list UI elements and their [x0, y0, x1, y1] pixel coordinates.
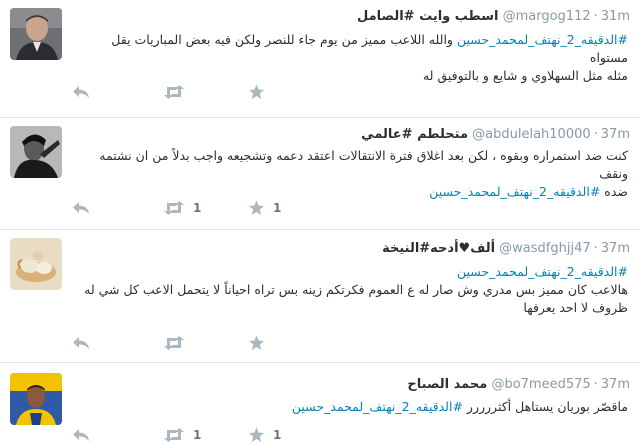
user-handle[interactable]: @bo7meed575: [491, 377, 590, 392]
tweet[interactable]: ألف♥أدحه#النيخة @wasdfghjj47 · 37m #الدقيق…: [0, 230, 640, 363]
avatar[interactable]: [10, 238, 62, 290]
tweet-actions: 1 1: [72, 425, 372, 445]
hashtag-link[interactable]: #الدقيقه_2_نهتف_لمحمد_حسين: [292, 399, 463, 414]
user-name[interactable]: متحلطم #عالمي: [361, 127, 468, 142]
tweet-text-segment: كنت ضد استمراره وبقوه ، لكن بعد اغلاق فت…: [99, 148, 628, 181]
separator-dot: ·: [593, 127, 598, 142]
tweet-text-line: كنت ضد استمراره وبقوه ، لكن بعد اغلاق فت…: [74, 147, 628, 183]
star-icon: [248, 427, 265, 443]
tweet-header: ألف♥أدحه#النيخة @wasdfghjj47 · 37m: [382, 241, 630, 256]
reply-icon: [72, 200, 90, 216]
avatar[interactable]: [10, 373, 62, 425]
tweet-text-segment: هالاعب كان مميز بس مدري وش صار له ع العم…: [84, 282, 628, 297]
tweet-text: #الدقيقه_2_نهتف_لمحمد_حسين والله اللاعب …: [74, 31, 628, 85]
user-handle[interactable]: @abdulelah10000: [472, 127, 591, 142]
timestamp[interactable]: 31m: [601, 9, 630, 24]
timestamp[interactable]: 37m: [601, 127, 630, 142]
star-icon: [248, 84, 265, 100]
reply-button[interactable]: [72, 333, 90, 353]
tweet-text-segment: ظروف لا احد يعرفها: [523, 300, 628, 315]
tweet-text-line: ظروف لا احد يعرفها: [74, 299, 628, 317]
tweet-text: كنت ضد استمراره وبقوه ، لكن بعد اغلاق فت…: [74, 147, 628, 201]
tweet-header: متحلطم #عالمي @abdulelah10000 · 37m: [361, 127, 630, 142]
hashtag-link[interactable]: #الدقيقه_2_نهتف_لمحمد_حسين: [457, 264, 628, 279]
retweet-count: 1: [193, 201, 202, 215]
reply-button[interactable]: [72, 425, 90, 445]
tweet-text-line: ماقصّر بوريان يستاهل أكثررررر #الدقيقه_2…: [74, 398, 628, 416]
retweet-icon: [163, 84, 185, 100]
favorite-button[interactable]: 1: [248, 425, 281, 445]
timestamp[interactable]: 37m: [601, 377, 630, 392]
tweet[interactable]: متحلطم #عالمي @abdulelah10000 · 37m كنت ضد…: [0, 118, 640, 230]
separator-dot: ·: [593, 9, 598, 24]
user-handle[interactable]: @wasdfghjj47: [499, 241, 590, 256]
favorite-button[interactable]: [248, 82, 273, 102]
favorite-count: 1: [273, 201, 282, 215]
tweet[interactable]: اسطب وايت #الصامل @margog112 · 31m #الدقيق…: [0, 0, 640, 118]
tweet-text-segment: مثله مثل السهلاوي و شايع و بالتوفيق له: [422, 68, 628, 83]
tweet-text-segment: ماقصّر بوريان يستاهل أكثررررر: [462, 399, 628, 414]
reply-icon: [72, 335, 90, 351]
tweet-text-line: هالاعب كان مميز بس مدري وش صار له ع العم…: [74, 281, 628, 299]
tweet-text: #الدقيقه_2_نهتف_لمحمد_حسين هالاعب كان ممي…: [74, 263, 628, 317]
reply-button[interactable]: [72, 82, 90, 102]
retweet-icon: [163, 335, 185, 351]
tweet-text-line: #الدقيقه_2_نهتف_لمحمد_حسين والله اللاعب …: [74, 31, 628, 67]
star-icon: [248, 200, 265, 216]
user-name[interactable]: ألف♥أدحه#النيخة: [382, 241, 495, 256]
tweet-text: ماقصّر بوريان يستاهل أكثررررر #الدقيقه_2…: [74, 398, 628, 416]
retweet-button[interactable]: [163, 333, 193, 353]
user-name[interactable]: محمد الصباح: [407, 377, 487, 392]
separator-dot: ·: [593, 377, 598, 392]
favorite-button[interactable]: 1: [248, 198, 281, 218]
reply-icon: [72, 427, 90, 443]
tweet-header: محمد الصباح @bo7meed575 · 37m: [407, 377, 630, 392]
separator-dot: ·: [593, 241, 598, 256]
reply-button[interactable]: [72, 198, 90, 218]
tweet-actions: [72, 333, 372, 353]
favorite-count: 1: [273, 428, 282, 442]
tweet-text-segment: ضده: [600, 184, 628, 199]
tweet-header: اسطب وايت #الصامل @margog112 · 31m: [357, 9, 630, 24]
retweet-button[interactable]: 1: [163, 198, 201, 218]
tweet-text-line: #الدقيقه_2_نهتف_لمحمد_حسين: [74, 263, 628, 281]
retweet-button[interactable]: 1: [163, 425, 201, 445]
tweet-actions: [72, 82, 372, 102]
tweet[interactable]: محمد الصباح @bo7meed575 · 37m ماقصّر بوريا…: [0, 363, 640, 443]
hashtag-link[interactable]: #الدقيقه_2_نهتف_لمحمد_حسين: [457, 32, 628, 47]
retweet-icon: [163, 427, 185, 443]
tweet-feed: اسطب وايت #الصامل @margog112 · 31m #الدقيق…: [0, 0, 640, 443]
user-handle[interactable]: @margog112: [503, 9, 591, 24]
user-name[interactable]: اسطب وايت #الصامل: [357, 9, 498, 24]
avatar[interactable]: [10, 126, 62, 178]
hashtag-link[interactable]: #الدقيقه_2_نهتف_لمحمد_حسين: [429, 184, 600, 199]
tweet-actions: 1 1: [72, 198, 372, 218]
timestamp[interactable]: 37m: [601, 241, 630, 256]
retweet-button[interactable]: [163, 82, 193, 102]
reply-icon: [72, 84, 90, 100]
retweet-count: 1: [193, 428, 202, 442]
favorite-button[interactable]: [248, 333, 273, 353]
avatar[interactable]: [10, 8, 62, 60]
retweet-icon: [163, 200, 185, 216]
star-icon: [248, 335, 265, 351]
